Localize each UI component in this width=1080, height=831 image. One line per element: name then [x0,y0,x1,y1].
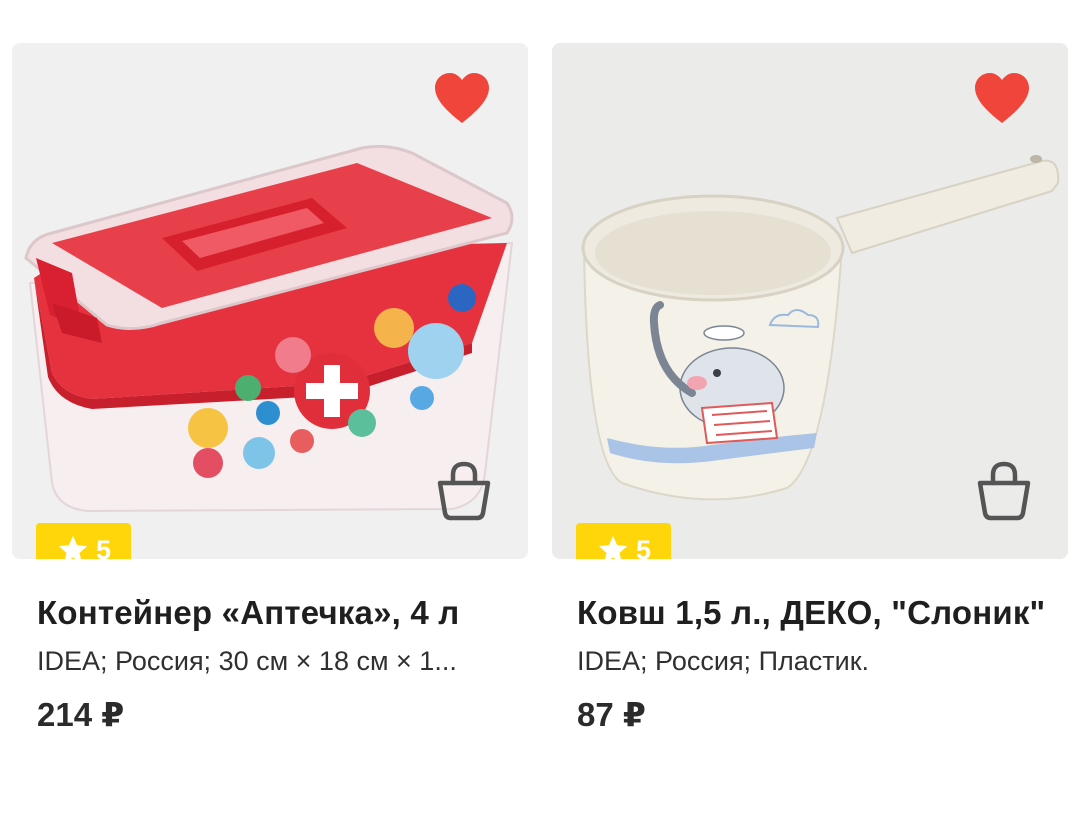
product-price: 87 ₽ [577,696,646,733]
product-card[interactable]: 5 Контейнер «Аптечка», 4 л IDEA; Россия;… [12,43,528,734]
favorite-button[interactable] [972,71,1032,125]
rating-value: 5 [95,534,112,560]
favorite-button[interactable] [432,71,492,125]
add-to-cart-button[interactable] [436,461,492,521]
add-to-cart-button[interactable] [976,461,1032,521]
rating-badge: 5 [576,523,671,559]
rating-badge: 5 [36,523,131,559]
star-icon [58,535,88,559]
product-image[interactable]: 5 [12,43,528,559]
product-price: 214 ₽ [37,696,125,733]
shopping-bag-icon [977,461,1031,521]
product-description: IDEA; Россия; 30 см × 18 см × 1... [37,646,457,676]
shopping-bag-icon [437,461,491,521]
product-title[interactable]: Ковш 1,5 л., ДЕКО, "Слоник" [577,589,1057,636]
heart-icon [975,73,1029,123]
star-icon [598,535,628,559]
rating-value: 5 [635,534,652,560]
heart-icon [435,73,489,123]
product-card[interactable]: 5 Ковш 1,5 л., ДЕКО, "Слоник" IDEA; Росс… [552,43,1068,734]
product-image[interactable]: 5 [552,43,1068,559]
product-description: IDEA; Россия; Пластик. [577,646,870,676]
product-title[interactable]: Контейнер «Аптечка», 4 л [37,589,517,636]
